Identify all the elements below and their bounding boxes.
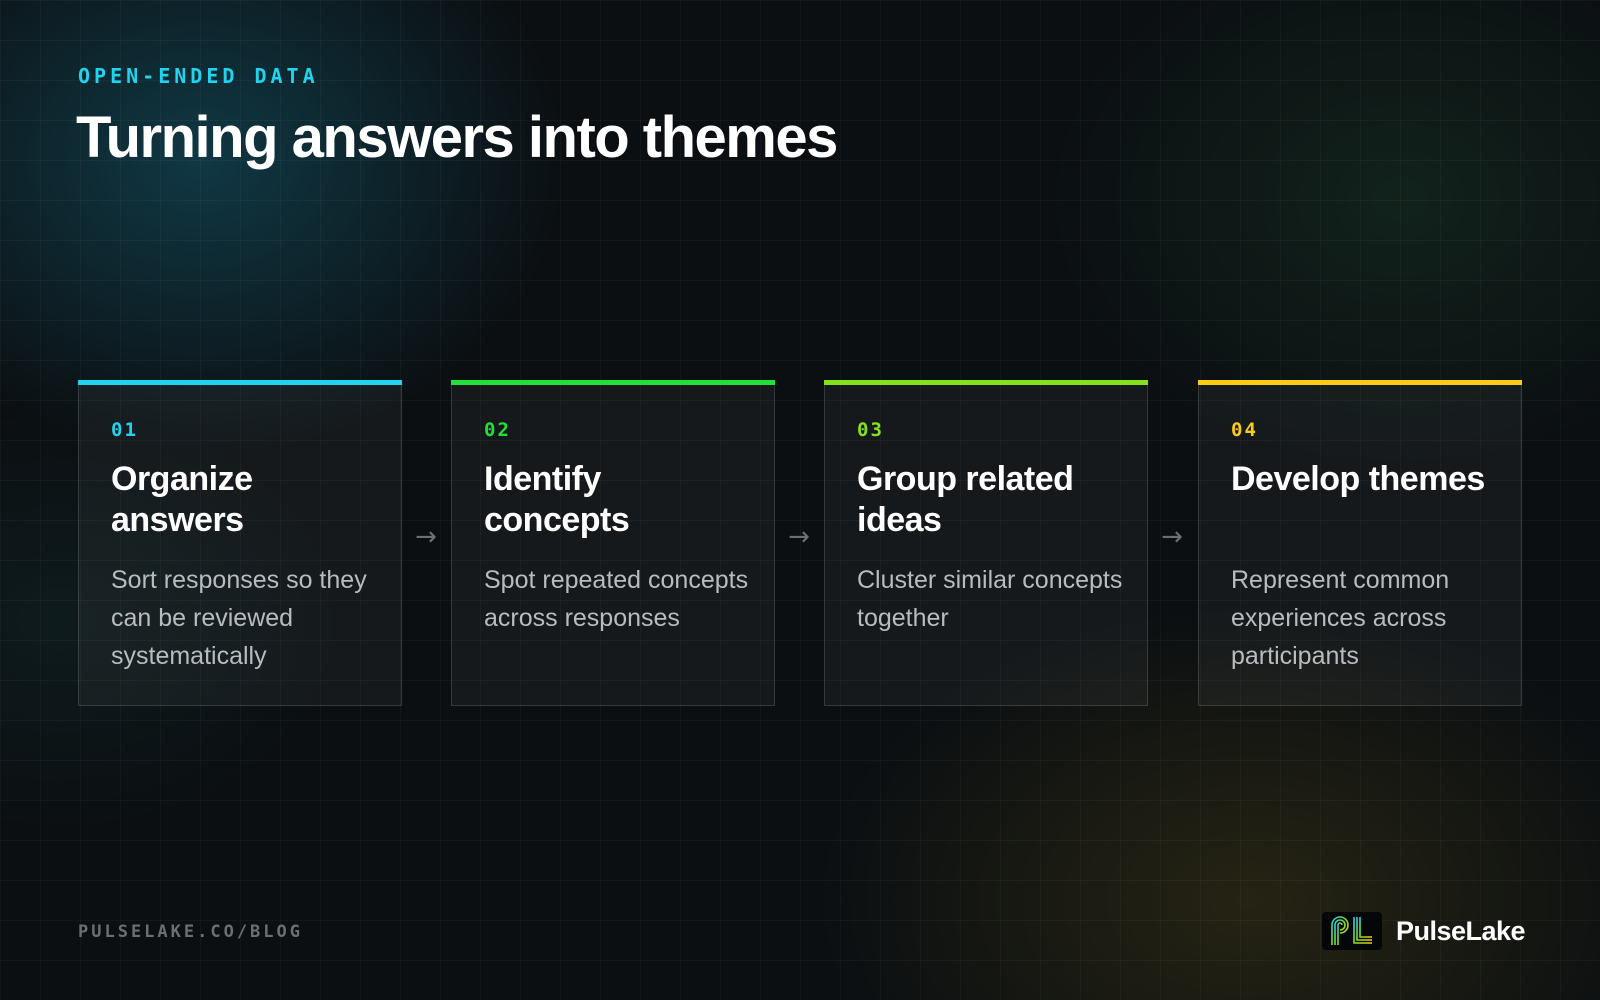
process-steps: 01 Organize answers Sort responses so th…	[78, 380, 1524, 706]
step-title: Identify concepts	[484, 460, 630, 539]
brand-name: PulseLake	[1396, 915, 1526, 946]
step-title: Organize answers	[111, 460, 253, 539]
brand-lockup: PulseLake	[1322, 912, 1526, 950]
step-number: 04	[1231, 419, 1258, 441]
step-accent-bar	[1198, 380, 1522, 385]
step-number: 01	[111, 419, 138, 441]
eyebrow-label: OPEN-ENDED DATA	[78, 64, 319, 88]
step-accent-bar	[78, 380, 402, 385]
step-description: Represent common experiences across part…	[1231, 566, 1450, 670]
step-description: Cluster similar concepts together	[857, 566, 1123, 632]
step-description: Spot repeated concepts across responses	[484, 566, 749, 632]
step-title: Group related ideas	[857, 460, 1074, 539]
step-card-3: 03 Group related ideas Cluster similar c…	[824, 380, 1148, 706]
step-accent-bar	[824, 380, 1148, 385]
arrow-icon: →	[1161, 522, 1183, 552]
step-card-4: 04 Develop themes Represent common exper…	[1198, 380, 1522, 706]
footer-url: PULSELAKE.CO/BLOG	[78, 922, 303, 942]
page-title: Turning answers into themes	[76, 105, 838, 170]
arrow-icon: →	[415, 522, 437, 552]
pulselake-logo-icon	[1322, 912, 1382, 950]
step-number: 03	[857, 419, 884, 441]
step-title: Develop themes	[1231, 460, 1485, 498]
step-description: Sort responses so they can be reviewed s…	[111, 566, 367, 670]
step-accent-bar	[451, 380, 775, 385]
step-number: 02	[484, 419, 511, 441]
step-card-1: 01 Organize answers Sort responses so th…	[78, 380, 402, 706]
arrow-icon: →	[788, 522, 810, 552]
step-card-2: 02 Identify concepts Spot repeated conce…	[451, 380, 775, 706]
